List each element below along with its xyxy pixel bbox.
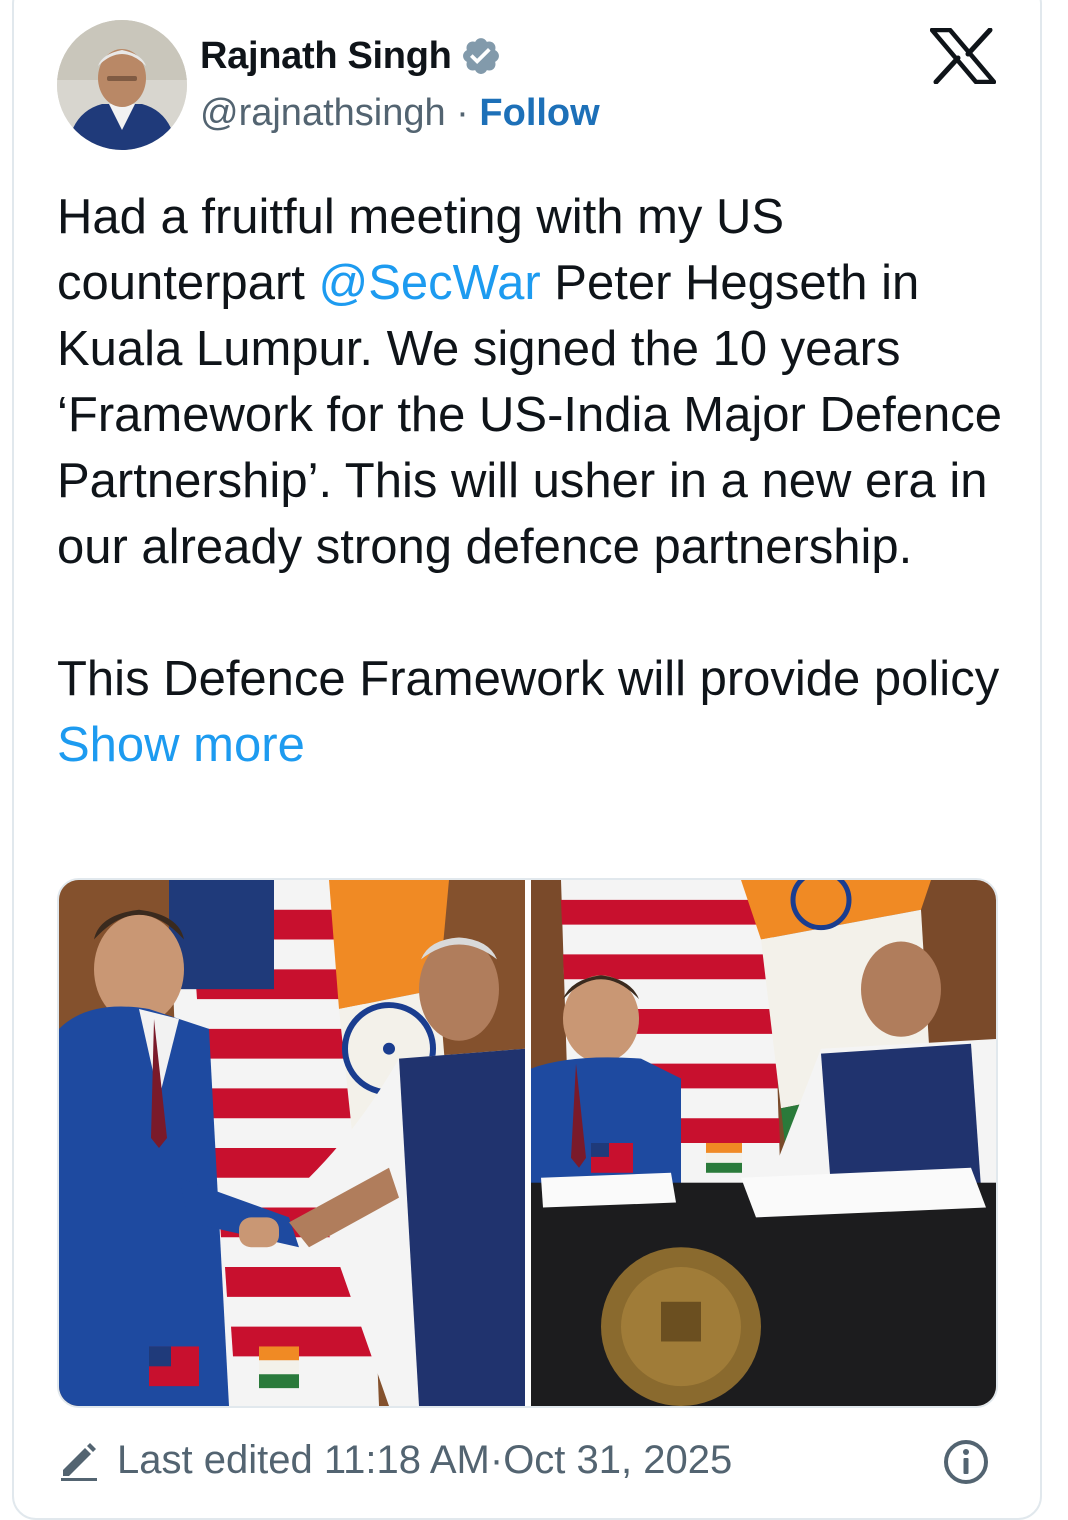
author-avatar[interactable] [57, 20, 187, 150]
tweet-text: Had a fruitful meeting with my US counte… [57, 184, 1017, 778]
mention-link[interactable]: @SecWar [319, 256, 541, 310]
author-handle-row: @rajnathsingh · Follow [200, 92, 600, 135]
pencil-icon [61, 1443, 97, 1481]
avatar-image [57, 20, 187, 150]
x-logo-icon[interactable] [930, 28, 996, 84]
author-name-row[interactable]: Rajnath Singh [200, 34, 502, 78]
handle-separator: · [445, 92, 480, 134]
author-handle[interactable]: @rajnathsingh [200, 92, 446, 134]
author-name[interactable]: Rajnath Singh [200, 35, 452, 78]
photo-signing[interactable] [531, 880, 998, 1406]
tweet-paragraph-2: This Defence Framework will provide poli… [57, 646, 1017, 778]
tweet-date[interactable]: Oct 31, 2025 [503, 1438, 732, 1483]
tweet-footer: Last edited 11:18 AM · Oct 31, 2025 [57, 1432, 732, 1488]
tweet-text-para2: This Defence Framework will provide poli… [57, 652, 1000, 706]
photo-handshake[interactable] [59, 880, 525, 1406]
show-more-link[interactable]: Show more [57, 718, 305, 772]
info-icon[interactable] [942, 1438, 990, 1486]
tweet-media [57, 878, 998, 1408]
signing-table [531, 1143, 996, 1406]
follow-button[interactable]: Follow [479, 92, 599, 134]
footer-separator: · [489, 1437, 504, 1482]
tweet-paragraph-1: Had a fruitful meeting with my US counte… [57, 184, 1017, 580]
last-edited-label[interactable]: Last edited 11:18 AM [117, 1438, 490, 1483]
verified-badge-icon [462, 38, 499, 74]
